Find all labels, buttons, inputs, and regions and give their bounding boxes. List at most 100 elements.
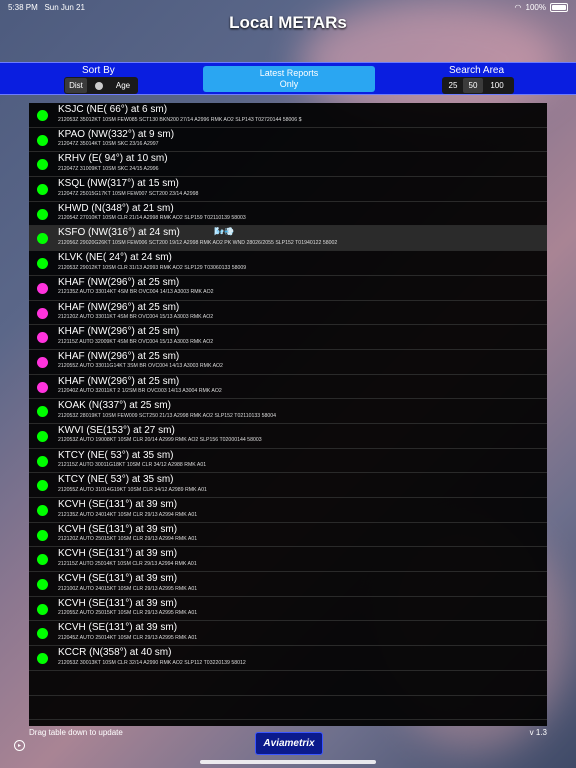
flight-category-dot — [37, 653, 48, 665]
station-heading: KTCY (NE( 53°) at 35 sm) — [58, 449, 174, 461]
metar-raw-text: 212135Z AUTO 33014KT 4SM BR OVC004 14/13… — [58, 289, 214, 296]
metar-raw-text: 212115Z AUTO 32009KT 4SM BR OVC004 15/13… — [58, 338, 214, 345]
metar-row[interactable]: KSJC (NE( 66°) at 6 sm) 212053Z 35012KT 1… — [29, 103, 547, 128]
station-heading: KRHV (E( 94°) at 10 sm) — [58, 153, 168, 165]
metar-row[interactable]: KWVI (SE(153°) at 27 sm) 212053Z AUTO 190… — [29, 424, 547, 449]
metar-row[interactable]: KCVH (SE(131°) at 39 sm) 212055Z AUTO 250… — [29, 597, 547, 622]
metar-row[interactable]: KCVH (SE(131°) at 39 sm) 212115Z AUTO 250… — [29, 547, 547, 573]
metar-row[interactable]: KHAF (NW(296°) at 25 sm) 212120Z AUTO 330… — [29, 301, 547, 326]
metar-row[interactable]: KHAF (NW(296°) at 25 sm) 212115Z AUTO 320… — [29, 325, 547, 350]
flight-category-dot — [37, 529, 48, 541]
flight-category-dot — [37, 628, 48, 640]
metar-raw-text: 212115Z AUTO 25014KT 10SM CLR 29/13 A299… — [58, 560, 197, 567]
battery-percent: 100% — [525, 3, 546, 12]
control-bar: Sort By Dist Age Latest Reports Only Sea… — [0, 62, 576, 95]
metar-row[interactable]: KHWD (N(348°) at 21 sm) 212054Z 27010KT 1… — [29, 202, 547, 227]
latest-line1: Latest Reports — [259, 68, 319, 78]
metar-raw-text: 212040Z AUTO 32011KT 2 1/2SM BR OVC003 1… — [58, 388, 222, 395]
metar-row[interactable]: KHAF (NW(296°) at 25 sm) 212135Z AUTO 330… — [29, 276, 547, 301]
status-time: 5:38 PM Sun Jun 21 — [8, 3, 85, 12]
station-heading: KCCR (N(358°) at 40 sm) — [58, 647, 172, 659]
metar-raw-text: 212053Z 30013KT 10SM CLR 32/14 A2990 RMK… — [58, 659, 246, 666]
metar-row[interactable]: KSQL (NW(317°) at 15 sm) 212047Z 25015G17… — [29, 177, 547, 202]
station-heading: KHAF (NW(296°) at 25 sm) — [58, 326, 180, 338]
search-area-label: Search Area — [449, 65, 505, 76]
status-right: ◠ 100% — [515, 3, 568, 12]
flight-category-dot — [37, 208, 48, 220]
metar-raw-text: 212045Z AUTO 25014KT 10SM CLR 29/13 A299… — [58, 634, 198, 641]
metar-raw-text: 212120Z AUTO 25015KT 10SM CLR 29/13 A299… — [58, 536, 198, 543]
metar-row[interactable]: KRHV (E( 94°) at 10 sm) 212047Z 31009KT 1… — [29, 152, 547, 178]
flight-category-dot — [37, 159, 48, 171]
metar-raw-text: 212053Z 35012KT 10SM FEW085 SCT130 BKN20… — [58, 116, 302, 123]
aviametrix-logo[interactable]: Aviametrix — [255, 732, 323, 755]
metar-raw-text: 212047Z 35014KT 10SM SKC 23/16 A2997 — [58, 141, 159, 148]
metar-row[interactable]: KSFO (NW(316°) at 24 sm) 🌬️💨 212056Z 29020… — [29, 226, 547, 252]
latest-line2: Only — [279, 79, 299, 89]
metar-row[interactable]: KCVH (SE(131°) at 39 sm) 212100Z AUTO 240… — [29, 572, 547, 597]
metar-row[interactable]: KCCR (N(358°) at 40 sm) 212053Z 30013KT 1… — [29, 646, 547, 671]
station-heading: KCVH (SE(131°) at 39 sm) — [58, 622, 178, 634]
station-heading: KSFO (NW(316°) at 24 sm) — [58, 227, 180, 239]
metar-raw-text: 212053Z 29012KT 10SM CLR 31/13 A2993 RMK… — [58, 264, 247, 271]
metar-row[interactable]: KLVK (NE( 24°) at 24 sm) 212053Z 29012KT … — [29, 251, 547, 276]
station-heading: KCVH (SE(131°) at 39 sm) — [58, 523, 178, 535]
sort-clock-option[interactable] — [87, 78, 111, 93]
flight-category-dot — [37, 554, 48, 566]
flight-category-dot — [37, 233, 48, 245]
empty-row — [29, 696, 547, 721]
metar-row[interactable]: KTCY (NE( 53°) at 35 sm) 212055Z AUTO 310… — [29, 473, 547, 498]
metar-row[interactable]: KHAF (NW(296°) at 25 sm) 212055Z AUTO 330… — [29, 350, 547, 375]
flight-category-dot — [37, 455, 48, 467]
version-label: v 1.3 — [529, 728, 547, 737]
flight-category-dot — [37, 134, 48, 146]
battery-icon — [550, 3, 568, 12]
flight-category-dot — [37, 258, 48, 270]
station-heading: KPAO (NW(332°) at 9 sm) — [58, 128, 175, 140]
metar-row[interactable]: KTCY (NE( 53°) at 35 sm) 212115Z AUTO 300… — [29, 449, 547, 474]
metar-row[interactable]: KPAO (NW(332°) at 9 sm) 212047Z 35014KT 1… — [29, 128, 547, 153]
sort-dist-option[interactable]: Dist — [65, 78, 87, 93]
station-heading: KWVI (SE(153°) at 27 sm) — [58, 424, 175, 436]
metar-row[interactable]: KCVH (SE(131°) at 39 sm) 212135Z AUTO 240… — [29, 498, 547, 523]
wind-icon: 🌬️💨 — [214, 227, 234, 237]
station-heading: KCVH (SE(131°) at 39 sm) — [58, 573, 178, 585]
station-heading: KSQL (NW(317°) at 15 sm) — [58, 178, 179, 190]
station-heading: KHAF (NW(296°) at 25 sm) — [58, 276, 180, 288]
flight-category-dot — [37, 282, 48, 294]
flight-category-dot — [37, 603, 48, 615]
metar-raw-text: 212047Z 25015G17KT 10SM FEW007 SCT200 23… — [58, 190, 199, 197]
wifi-icon: ◠ — [514, 3, 522, 12]
status-bar: 5:38 PM Sun Jun 21 ◠ 100% — [0, 0, 576, 14]
flight-category-dot — [37, 480, 48, 492]
search-50-option[interactable]: 50 — [463, 78, 483, 93]
metar-row[interactable]: KOAK (N(337°) at 25 sm) 212053Z 28019KT 1… — [29, 399, 547, 424]
info-icon[interactable]: ▸ — [14, 740, 25, 751]
flight-category-dot — [37, 430, 48, 442]
sort-segmented-control[interactable]: Dist Age — [64, 77, 138, 94]
station-heading: KCVH (SE(131°) at 39 sm) — [58, 548, 178, 560]
station-heading: KHWD (N(348°) at 21 sm) — [58, 202, 174, 214]
flight-category-dot — [37, 356, 48, 368]
station-heading: KHAF (NW(296°) at 25 sm) — [58, 350, 180, 362]
search-25-option[interactable]: 25 — [443, 78, 463, 93]
station-heading: KLVK (NE( 24°) at 24 sm) — [58, 252, 172, 264]
sort-age-option[interactable]: Age — [111, 78, 135, 93]
latest-reports-only-button[interactable]: Latest Reports Only — [203, 66, 375, 92]
flight-category-dot — [37, 184, 48, 196]
flight-category-dot — [37, 579, 48, 591]
metar-raw-text: 212115Z AUTO 30011G18KT 10SM CLR 34/12 A… — [58, 462, 207, 469]
metar-row[interactable]: KCVH (SE(131°) at 39 sm) 212045Z AUTO 250… — [29, 621, 547, 647]
flight-category-dot — [37, 505, 48, 516]
metar-raw-text: 212135Z AUTO 24014KT 10SM CLR 29/13 A299… — [58, 511, 198, 518]
sort-by-label: Sort By — [82, 65, 115, 76]
metar-raw-text: 212053Z AUTO 19008KT 10SM CLR 20/14 A299… — [58, 437, 262, 444]
metar-raw-text: 212053Z 28019KT 10SM FEW009 SCT250 21/13… — [58, 412, 277, 419]
search-area-segmented-control[interactable]: 25 50 100 — [442, 77, 514, 94]
search-100-option[interactable]: 100 — [483, 78, 511, 93]
page-title: Local METARs — [229, 13, 347, 32]
metar-row[interactable]: KCVH (SE(131°) at 39 sm) 212120Z AUTO 250… — [29, 523, 547, 548]
metar-row[interactable]: KHAF (NW(296°) at 25 sm) 212040Z AUTO 320… — [29, 375, 547, 400]
refresh-hint: Drag table down to update — [29, 728, 123, 737]
metar-table[interactable]: KSJC (NE( 66°) at 6 sm) 212053Z 35012KT 1… — [29, 103, 547, 726]
